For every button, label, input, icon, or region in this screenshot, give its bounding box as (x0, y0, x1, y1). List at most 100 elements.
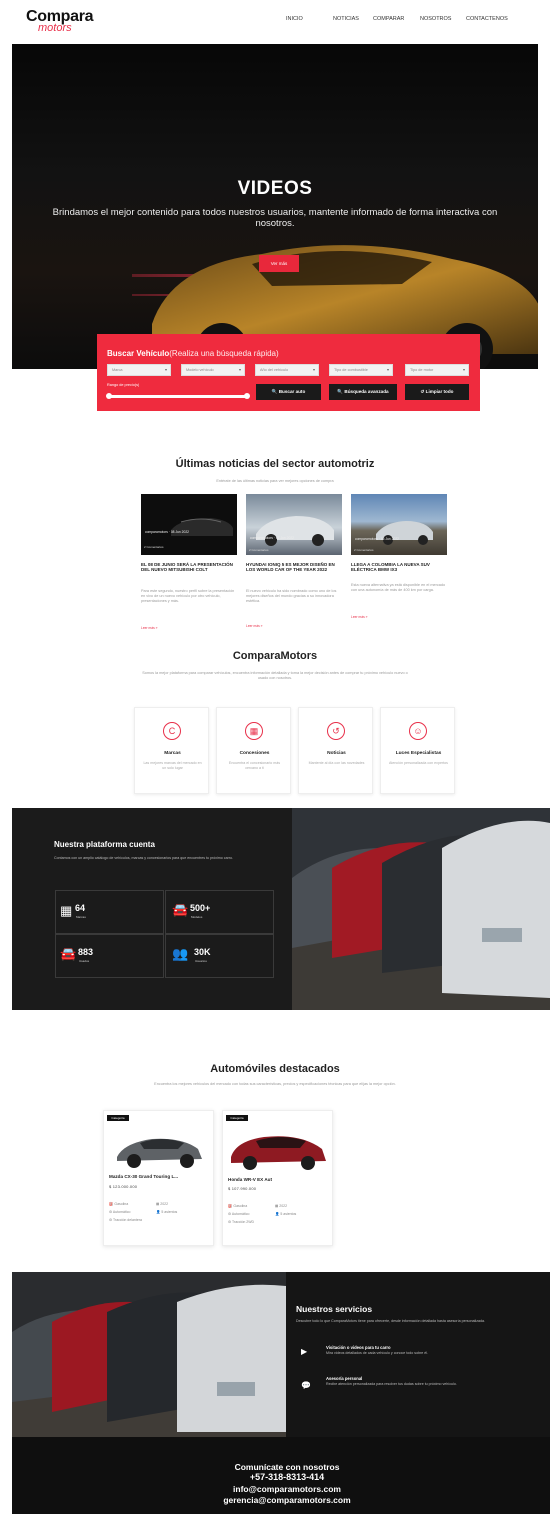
year-select[interactable]: Año del vehículo (255, 364, 319, 376)
stat-value: 883 (78, 947, 94, 957)
feature-card: ☺ Luces Especialistas Atención personali… (380, 707, 455, 794)
feature-text: Las mejores marcas del mercado en un sol… (143, 761, 202, 770)
car-price: $ 107.990.000 (228, 1186, 257, 1191)
stat-label: Usuarios (195, 959, 207, 963)
hero-title: VIDEOS (237, 178, 313, 199)
stat-box: 🚘 500+ Modelos (165, 890, 274, 934)
feature-title: Noticias (327, 751, 346, 756)
news-headline[interactable]: HYUNDAI IONIQ 5 ES MEJOR DISEÑO EN LOS W… (246, 562, 342, 573)
car-image (117, 1138, 202, 1168)
news-headline[interactable]: EL 08 DE JUNIO SERÁ LA PRESENTACIÓN DEL … (141, 562, 235, 573)
price-range-label: Rango de precio(s) (107, 383, 140, 387)
hero-subtitle: Brindamos el mejor contenido para todos … (52, 207, 498, 229)
car-icon: 🚘 (60, 946, 77, 961)
fuel-select[interactable]: Tipo de combustible (329, 364, 393, 376)
contact-phone[interactable]: +57-318-8313-414 (12, 1472, 550, 1482)
news-image[interactable] (246, 494, 342, 555)
spec-year: ▦ 2022 (156, 1202, 169, 1206)
advanced-search-button[interactable]: 🔍 Búsqueda avanzada (329, 384, 397, 400)
about-text: Somos la mejor plataforma para comparar … (142, 671, 408, 680)
news-image[interactable] (351, 494, 447, 555)
car-card[interactable]: Categoría Honda WR-V EX Aut $ 107.990.00… (222, 1110, 333, 1246)
news-excerpt: Esta nueva alternativa ya está disponibl… (351, 583, 446, 592)
brand-select[interactable]: Marca (107, 364, 171, 376)
feature-text: Mantente al día con las novedades (308, 761, 365, 765)
chat-icon: 💬 (301, 1381, 311, 1390)
service-title: Asesoría personal (326, 1376, 363, 1381)
feature-title: Concesiones (239, 751, 270, 756)
calendar-icon: ▦ (60, 903, 73, 918)
news-read-more[interactable]: Leer más » (141, 626, 158, 630)
nav-nosotros[interactable]: NOSOTROS (420, 16, 451, 22)
model-select[interactable]: Modelo vehículo (181, 364, 245, 376)
stat-value: 64 (75, 903, 86, 913)
logo-subtext[interactable]: motors (38, 22, 72, 34)
feature-title: Luces Especialistas (395, 751, 442, 756)
spec-seats: 👤 5 asientos (156, 1210, 178, 1214)
contact-title: Comunícate con nosotros (234, 1462, 340, 1472)
stat-label: Marcas (76, 915, 86, 919)
service-text: Recibe atención personalizada para resol… (326, 1382, 457, 1386)
news-read-more[interactable]: Leer más » (351, 615, 368, 619)
spec-seats: 👤 5 asientos (275, 1212, 297, 1216)
featured-title: Automóviles destacados (210, 1063, 340, 1075)
history-icon: ↺ (327, 722, 345, 740)
cars-row-photo (292, 808, 550, 1010)
news-meta: comparamotors · 06 Jun 2022 (355, 537, 399, 541)
calendar-icon: ▦ (245, 722, 263, 740)
search-car-button[interactable]: 🔍 Buscar auto (256, 384, 321, 400)
feature-card: ▦ Concesiones Encuentra el concesionario… (216, 707, 291, 794)
spec-year: ▦ 2022 (275, 1204, 288, 1208)
news-read-more[interactable]: Leer más » (246, 624, 263, 628)
feature-title: Marcas (164, 751, 181, 756)
service-text: Mira videos detallados de cada vehículo … (326, 1351, 429, 1355)
team-icon: ☺ (409, 722, 427, 740)
engine-select[interactable]: Tipo de motor (405, 364, 469, 376)
clear-all-button[interactable]: ↺ Limpiar todo (405, 384, 469, 400)
news-excerpt: El nuevo vehículo ha sido nombrado como … (246, 589, 337, 603)
stat-box: 👥 30K Usuarios (165, 934, 274, 978)
nav-noticias[interactable]: NOTICIAS (333, 16, 359, 22)
price-range-min-handle[interactable] (106, 393, 112, 399)
nav-comparar[interactable]: COMPARAR (373, 16, 404, 22)
contact-email-gerencia[interactable]: gerencia@comparamotors.com (12, 1495, 550, 1505)
price-range-max-handle[interactable] (244, 393, 250, 399)
news-car-image (256, 516, 334, 546)
feature-text: Encuentra el concesionario más cercano a… (228, 761, 281, 770)
car-image (231, 1136, 326, 1170)
stat-value: 30K (194, 947, 211, 957)
news-title: Últimas noticias del sector automotriz (175, 458, 375, 470)
feature-text: Atención personalizada con expertos (389, 761, 448, 765)
spec-transmission: ⚙ Automático (109, 1210, 131, 1214)
category-badge: Categoría (226, 1115, 248, 1121)
hero-button[interactable]: Ver más (259, 255, 299, 272)
news-car-image (376, 521, 433, 545)
contact-email-info[interactable]: info@comparamotors.com (12, 1484, 550, 1494)
platform-text: Contamos con un amplio catálogo de vehíc… (54, 856, 233, 860)
feature-card: C Marcas Las mejores marcas del mercado … (134, 707, 209, 794)
price-range-slider[interactable] (107, 395, 247, 398)
spec-drive: ⚙ Tracción delantera (109, 1218, 142, 1222)
services-photo (12, 1272, 286, 1437)
featured-subtitle: Encuentra los mejores vehículos del merc… (154, 1082, 396, 1086)
spec-fuel: ⛽ Gasolina (228, 1204, 248, 1208)
car-card[interactable]: Categoría Mazda CX-30 Grand Touring L...… (103, 1110, 214, 1246)
nav-inicio[interactable]: INICIO (286, 16, 303, 22)
news-headline[interactable]: LLEGA A COLOMBIA LA NUEVA SUV ELÉCTRICA … (351, 562, 447, 573)
stat-label: Usados (79, 959, 90, 963)
spec-fuel: ⛽ Gasolina (109, 1202, 129, 1206)
video-icon: ▶ (301, 1347, 308, 1356)
news-tag: 2 Comentarios (354, 548, 374, 552)
category-badge: Categoría (107, 1115, 129, 1121)
service-title: Visitación o videos para tu carro (326, 1345, 391, 1350)
services-text: Descubre todo lo que ComparaMotors tiene… (296, 1319, 485, 1323)
news-meta: comparamotors · 08 Jun 2022 (145, 530, 189, 534)
about-title: ComparaMotors (232, 650, 318, 662)
car-name[interactable]: Honda WR-V EX Aut (228, 1177, 328, 1182)
stat-box: 🚘 883 Usados (55, 934, 164, 978)
news-subtitle: Entérate de las últimas noticias para ve… (216, 479, 334, 483)
nav-contactenos[interactable]: CONTACTENOS (466, 16, 508, 22)
car-name[interactable]: Mazda CX-30 Grand Touring L... (109, 1174, 209, 1179)
compare-icon: C (163, 722, 181, 740)
stat-box: ▦ 64 Marcas (55, 890, 164, 934)
